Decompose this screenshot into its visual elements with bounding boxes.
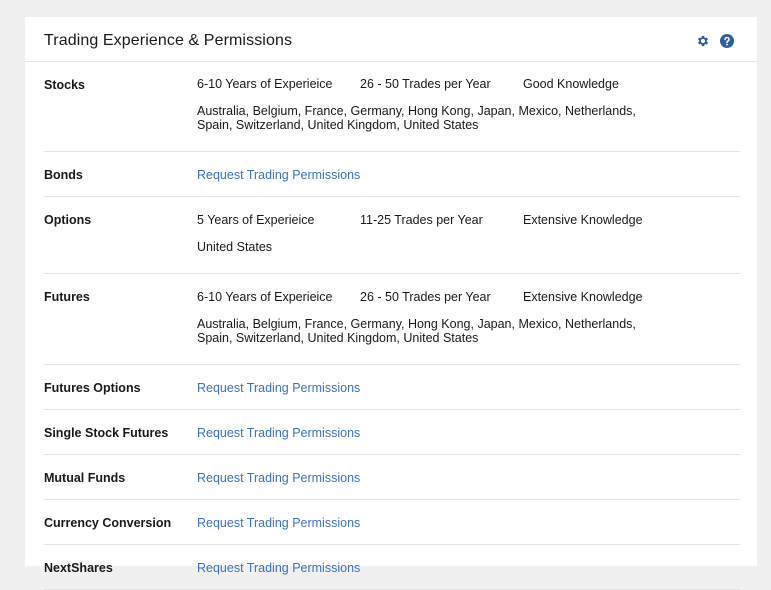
row-label: Futures Options [44,381,141,395]
permission-row-stocks: Stocks 6-10 Years of Experieice 26 - 50 … [44,62,740,152]
knowledge-level: Extensive Knowledge [523,290,643,304]
request-permissions-link[interactable]: Request Trading Permissions [197,167,360,183]
gear-icon[interactable] [696,34,710,48]
experience-metrics: 6-10 Years of Experieice 26 - 50 Trades … [197,76,740,92]
row-label: Single Stock Futures [44,426,169,440]
permissions-list: Stocks 6-10 Years of Experieice 26 - 50 … [25,62,757,590]
request-permissions-link[interactable]: Request Trading Permissions [197,470,360,486]
row-label: Bonds [44,168,83,182]
knowledge-level: Good Knowledge [523,77,619,91]
permission-row-nextshares: NextShares Request Trading Permissions [44,545,740,590]
permission-row-bonds: Bonds Request Trading Permissions [44,152,740,197]
permission-row-futures: Futures 6-10 Years of Experieice 26 - 50… [44,274,740,365]
years-experience: 5 Years of Experieice [197,213,315,227]
row-body: 5 Years of Experieice 11-25 Trades per Y… [197,212,740,254]
row-label: Options [44,213,92,227]
request-permissions-link[interactable]: Request Trading Permissions [197,380,360,396]
permission-row-currency-conversion: Currency Conversion Request Trading Perm… [44,500,740,545]
permission-row-futures-options: Futures Options Request Trading Permissi… [44,365,740,410]
years-experience: 6-10 Years of Experieice [197,290,333,304]
trades-per-year: 26 - 50 Trades per Year [360,77,491,91]
country-list: United States [197,240,273,254]
row-body: Request Trading Permissions [197,470,740,486]
header-icons [696,34,734,48]
knowledge-level: Extensive Knowledge [523,213,643,227]
row-body: Request Trading Permissions [197,515,740,531]
permission-row-single-stock-futures: Single Stock Futures Request Trading Per… [44,410,740,455]
request-permissions-link[interactable]: Request Trading Permissions [197,515,360,531]
row-body: Request Trading Permissions [197,380,740,396]
row-label: NextShares [44,561,113,575]
experience-metrics: 6-10 Years of Experieice 26 - 50 Trades … [197,289,740,305]
country-list: Australia, Belgium, France, Germany, Hon… [197,317,636,345]
country-list: Australia, Belgium, France, Germany, Hon… [197,104,636,132]
row-body: Request Trading Permissions [197,425,740,441]
row-label: Futures [44,290,90,304]
row-label: Currency Conversion [44,516,172,530]
page-title: Trading Experience & Permissions [44,32,293,49]
permission-row-options: Options 5 Years of Experieice 11-25 Trad… [44,197,740,274]
row-body: Request Trading Permissions [197,560,740,576]
request-permissions-link[interactable]: Request Trading Permissions [197,560,360,576]
request-permissions-link[interactable]: Request Trading Permissions [197,425,360,441]
help-icon[interactable] [720,34,734,48]
permission-row-mutual-funds: Mutual Funds Request Trading Permissions [44,455,740,500]
trades-per-year: 26 - 50 Trades per Year [360,290,491,304]
row-label: Stocks [44,78,85,92]
trading-permissions-panel: Trading Experience & Permissions Stocks [25,17,757,590]
years-experience: 6-10 Years of Experieice [197,77,333,91]
experience-metrics: 5 Years of Experieice 11-25 Trades per Y… [197,212,740,228]
row-body: 6-10 Years of Experieice 26 - 50 Trades … [197,289,740,345]
row-body: 6-10 Years of Experieice 26 - 50 Trades … [197,76,740,132]
row-label: Mutual Funds [44,471,126,485]
panel-header: Trading Experience & Permissions [25,17,757,62]
trades-per-year: 11-25 Trades per Year [360,213,483,227]
row-body: Request Trading Permissions [197,167,740,183]
